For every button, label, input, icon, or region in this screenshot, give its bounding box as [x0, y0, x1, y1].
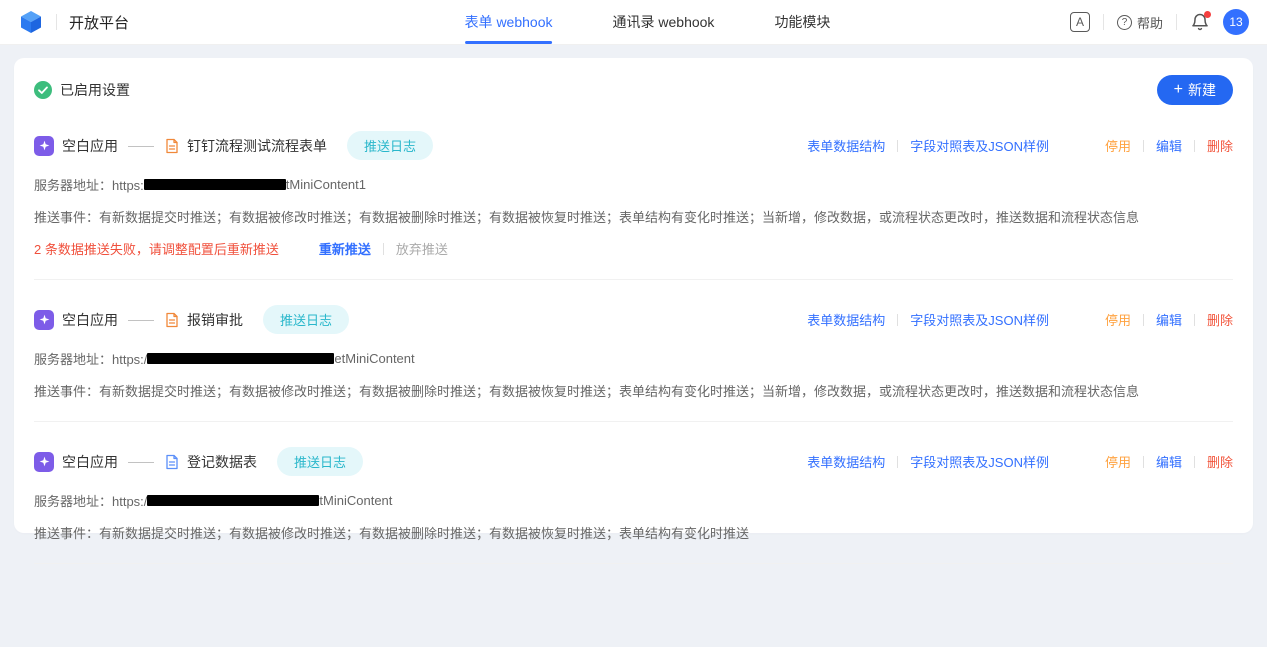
disable-link[interactable]: 停用	[1105, 136, 1131, 155]
form-name: 钉钉流程测试流程表单	[187, 136, 327, 156]
webhook-row: 空白应用 —— 钉钉流程测试流程表单 推送日志 表单数据结构 字段对照表及JSO…	[34, 106, 1233, 280]
action-divider	[383, 243, 384, 255]
dash-separator: ——	[128, 138, 154, 153]
navbar-right: A ? 帮助 13	[1070, 9, 1249, 35]
push-log-button[interactable]: 推送日志	[277, 447, 363, 476]
app-icon	[34, 452, 54, 472]
delete-link[interactable]: 删除	[1207, 136, 1233, 155]
notification-dot	[1204, 11, 1211, 18]
push-log-button[interactable]: 推送日志	[347, 131, 433, 160]
abandon-push-link[interactable]: 放弃推送	[396, 239, 448, 258]
navbar-divider	[1103, 14, 1104, 30]
notification-bell-icon[interactable]	[1190, 12, 1210, 32]
plus-icon: +	[1174, 82, 1183, 98]
edit-link[interactable]: 编辑	[1156, 136, 1182, 155]
row-title-line: 空白应用 —— 报销审批 推送日志 表单数据结构 字段对照表及JSON样例 停用…	[34, 305, 1233, 334]
app-name: 空白应用	[62, 452, 118, 472]
action-divider	[1194, 140, 1195, 152]
push-events-line: 推送事件：有新数据提交时推送；有数据被修改时推送；有数据被删除时推送；有数据被恢…	[34, 381, 1233, 400]
navbar-left: 开放平台	[18, 9, 129, 35]
server-address-prefix: 服务器地址：https:	[34, 175, 144, 194]
server-address-prefix: 服务器地址：https:/	[34, 349, 147, 368]
form-name: 报销审批	[187, 310, 243, 330]
product-title: 开放平台	[69, 12, 129, 33]
navbar-divider	[56, 14, 57, 30]
push-error-line: 2 条数据推送失败，请调整配置后重新推送 重新推送 放弃推送	[34, 239, 1233, 258]
server-address-line: 服务器地址：https:/ tMiniContent	[34, 491, 1233, 510]
new-button-label: 新建	[1188, 80, 1216, 100]
server-address-suffix: etMiniContent	[334, 351, 414, 366]
tab-contacts-webhook[interactable]: 通讯录 webhook	[613, 0, 715, 44]
panel-title: 已启用设置	[60, 80, 130, 100]
action-divider	[1143, 456, 1144, 468]
form-structure-link[interactable]: 表单数据结构	[807, 452, 885, 471]
action-divider	[1194, 314, 1195, 326]
action-divider	[1143, 140, 1144, 152]
action-divider	[1143, 314, 1144, 326]
navbar-tabs: 表单 webhook 通讯录 webhook 功能模块	[465, 0, 831, 44]
form-structure-link[interactable]: 表单数据结构	[807, 136, 885, 155]
app-icon	[34, 310, 54, 330]
top-navbar: 开放平台 表单 webhook 通讯录 webhook 功能模块 A ? 帮助 …	[0, 0, 1267, 45]
push-log-button[interactable]: 推送日志	[263, 305, 349, 334]
new-webhook-button[interactable]: + 新建	[1157, 75, 1233, 105]
form-name: 登记数据表	[187, 452, 257, 472]
disable-link[interactable]: 停用	[1105, 310, 1131, 329]
app-name: 空白应用	[62, 136, 118, 156]
user-avatar[interactable]: 13	[1223, 9, 1249, 35]
delete-link[interactable]: 删除	[1207, 310, 1233, 329]
delete-link[interactable]: 删除	[1207, 452, 1233, 471]
server-address-suffix: tMiniContent1	[286, 177, 366, 192]
push-events-line: 推送事件：有新数据提交时推送；有数据被修改时推送；有数据被删除时推送；有数据被恢…	[34, 523, 1233, 542]
dash-separator: ——	[128, 312, 154, 327]
redaction-bar	[144, 179, 286, 190]
disable-link[interactable]: 停用	[1105, 452, 1131, 471]
webhook-row: 空白应用 —— 报销审批 推送日志 表单数据结构 字段对照表及JSON样例 停用…	[34, 280, 1233, 422]
field-mapping-link[interactable]: 字段对照表及JSON样例	[910, 452, 1049, 471]
action-divider	[897, 140, 898, 152]
field-mapping-link[interactable]: 字段对照表及JSON样例	[910, 310, 1049, 329]
error-message: 2 条数据推送失败，请调整配置后重新推送	[34, 239, 279, 258]
push-events-line: 推送事件：有新数据提交时推送；有数据被修改时推送；有数据被删除时推送；有数据被恢…	[34, 207, 1233, 226]
app-icon	[34, 136, 54, 156]
retry-push-link[interactable]: 重新推送	[319, 239, 371, 258]
tab-feature-modules[interactable]: 功能模块	[774, 0, 830, 44]
tab-form-webhook[interactable]: 表单 webhook	[465, 0, 553, 44]
edit-link[interactable]: 编辑	[1156, 310, 1182, 329]
action-divider	[1194, 456, 1195, 468]
help-button[interactable]: ? 帮助	[1117, 13, 1163, 32]
form-document-icon	[164, 454, 180, 470]
form-document-icon	[164, 138, 180, 154]
row-actions: 表单数据结构 字段对照表及JSON样例 停用 编辑 删除	[807, 310, 1233, 329]
question-circle-icon: ?	[1117, 15, 1132, 30]
field-mapping-link[interactable]: 字段对照表及JSON样例	[910, 136, 1049, 155]
dash-separator: ——	[128, 454, 154, 469]
form-document-icon	[164, 312, 180, 328]
server-address-suffix: tMiniContent	[319, 493, 392, 508]
panel-header: 已启用设置 + 新建	[34, 74, 1233, 106]
app-name: 空白应用	[62, 310, 118, 330]
row-title-line: 空白应用 —— 钉钉流程测试流程表单 推送日志 表单数据结构 字段对照表及JSO…	[34, 131, 1233, 160]
server-address-prefix: 服务器地址：https:/	[34, 491, 147, 510]
server-address-line: 服务器地址：https: tMiniContent1	[34, 175, 1233, 194]
navbar-divider	[1176, 14, 1177, 30]
row-actions: 表单数据结构 字段对照表及JSON样例 停用 编辑 删除	[807, 136, 1233, 155]
redaction-bar	[147, 353, 334, 364]
action-divider	[897, 456, 898, 468]
platform-logo-cube-icon[interactable]	[18, 9, 44, 35]
redaction-bar	[147, 495, 319, 506]
row-title-line: 空白应用 —— 登记数据表 推送日志 表单数据结构 字段对照表及JSON样例 停…	[34, 447, 1233, 476]
webhook-settings-card: 已启用设置 + 新建 空白应用 —— 钉钉流程测试流程表单 推送日志 表单数据结…	[14, 58, 1253, 533]
form-structure-link[interactable]: 表单数据结构	[807, 310, 885, 329]
webhook-row: 空白应用 —— 登记数据表 推送日志 表单数据结构 字段对照表及JSON样例 停…	[34, 422, 1233, 564]
language-icon[interactable]: A	[1070, 12, 1090, 32]
action-divider	[897, 314, 898, 326]
help-label: 帮助	[1137, 13, 1163, 32]
server-address-line: 服务器地址：https:/ etMiniContent	[34, 349, 1233, 368]
row-actions: 表单数据结构 字段对照表及JSON样例 停用 编辑 删除	[807, 452, 1233, 471]
enabled-check-icon	[34, 81, 52, 99]
edit-link[interactable]: 编辑	[1156, 452, 1182, 471]
